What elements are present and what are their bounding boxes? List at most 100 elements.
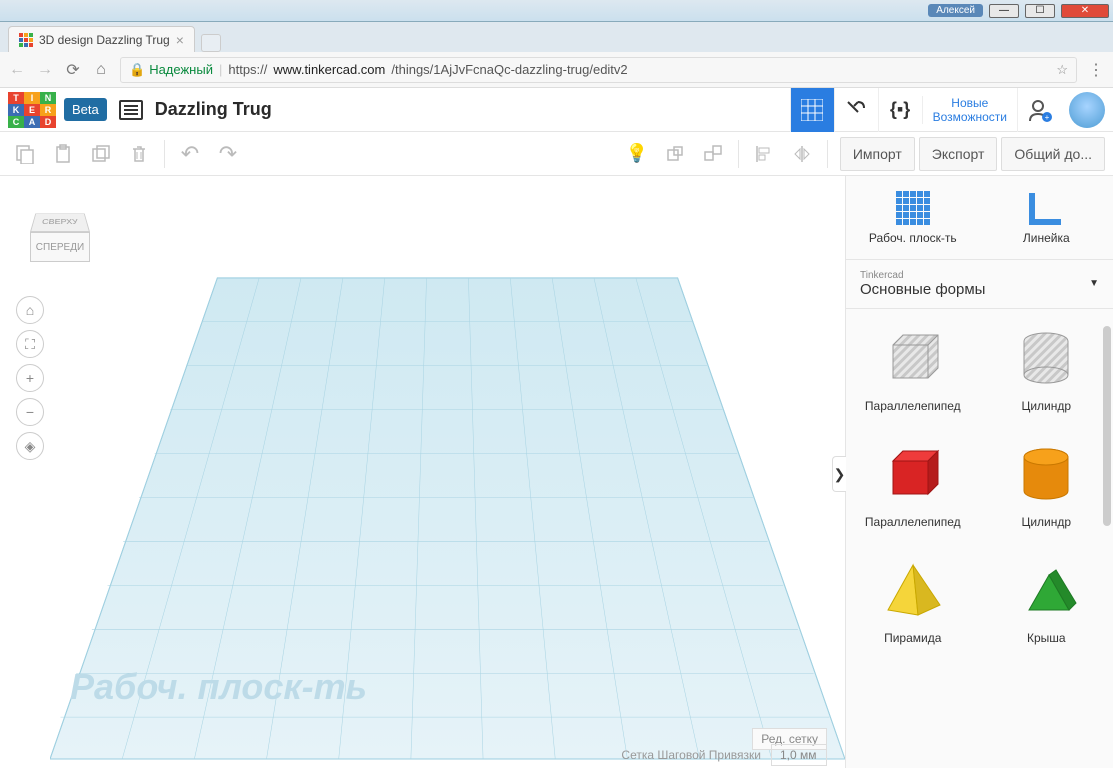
grid-icon (801, 99, 823, 121)
workplane-watermark: Рабоч. плоск-ть (70, 666, 367, 708)
chevron-down-icon: ▼ (1089, 278, 1099, 289)
pyramid-icon (878, 555, 948, 625)
paste-button[interactable] (46, 137, 80, 171)
share-button[interactable]: Общий до... (1001, 137, 1105, 171)
category-title: Основные формы (860, 281, 1099, 298)
window-maximize-button[interactable]: ☐ (1025, 4, 1055, 18)
shapes-list: Параллелепипед Цилиндр Параллелепипед Ци… (846, 309, 1113, 768)
snap-footer: Сетка Шаговой Привязки 1,0 мм (621, 744, 827, 766)
home-button[interactable]: ⌂ (92, 61, 110, 79)
window-close-button[interactable]: ✕ (1061, 4, 1109, 18)
delete-button[interactable] (122, 137, 156, 171)
duplicate-icon (91, 144, 111, 164)
url-path: /things/1AjJvFcnaQc-dazzling-trug/editv2 (391, 62, 627, 77)
workplane-tool[interactable]: Рабоч. плоск-ть (846, 176, 980, 259)
ungroup-button[interactable] (696, 137, 730, 171)
user-avatar[interactable] (1069, 92, 1105, 128)
back-button[interactable]: ← (8, 61, 26, 79)
workplane-grid-icon (896, 191, 930, 225)
mirror-icon (792, 144, 812, 164)
ruler-icon (1029, 191, 1063, 225)
code-mode-button[interactable]: {▪} (878, 88, 922, 132)
shape-box-red[interactable]: Параллелепипед (858, 439, 968, 529)
new-features-link[interactable]: Новые Возможности (922, 96, 1017, 124)
align-icon (754, 144, 774, 164)
fit-view-button[interactable]: ⛶ (16, 330, 44, 358)
secure-label: Надежный (149, 62, 213, 77)
fit-icon: ⛶ (25, 336, 35, 353)
redo-icon: ↷ (219, 141, 237, 167)
new-features-line2: Возможности (933, 110, 1007, 124)
panel-collapse-handle[interactable]: ❯ (832, 456, 846, 492)
zoom-in-button[interactable]: + (16, 364, 44, 392)
toggle-visibility-button[interactable]: 💡 (620, 137, 654, 171)
redo-button[interactable]: ↷ (211, 137, 245, 171)
ruler-tool[interactable]: Линейка (980, 176, 1113, 259)
mirror-button[interactable] (785, 137, 819, 171)
roof-icon (1011, 555, 1081, 625)
url-field[interactable]: 🔒 Надежный | https://www.tinkercad.com/t… (120, 57, 1077, 83)
document-title[interactable]: Dazzling Trug (155, 99, 790, 120)
ruler-tool-label: Линейка (1023, 231, 1070, 245)
tinkercad-logo[interactable]: TINKERCAD (8, 92, 56, 128)
reload-button[interactable]: ⟳ (64, 60, 82, 80)
window-minimize-button[interactable]: — (989, 4, 1019, 18)
group-button[interactable] (658, 137, 692, 171)
duplicate-button[interactable] (84, 137, 118, 171)
shape-cylinder-orange[interactable]: Цилиндр (991, 439, 1101, 529)
undo-icon: ↶ (181, 141, 199, 167)
bookmark-star-icon[interactable]: ☆ (1056, 62, 1068, 78)
forward-button[interactable]: → (36, 61, 54, 79)
view-controls: ⌂ ⛶ + − ◈ (16, 296, 44, 460)
shape-label: Цилиндр (1021, 399, 1071, 413)
ortho-toggle-button[interactable]: ◈ (16, 432, 44, 460)
shape-label: Параллелепипед (865, 515, 961, 529)
shape-panel: ❯ Рабоч. плоск-ть Линейка Tinkercad Осно… (845, 176, 1113, 768)
browser-menu-icon[interactable]: ⋮ (1087, 60, 1105, 80)
box-striped-icon (878, 323, 948, 393)
shape-box-striped[interactable]: Параллелепипед (858, 323, 968, 413)
favicon-icon (19, 33, 33, 47)
tab-title: 3D design Dazzling Trug (39, 33, 170, 47)
shape-label: Цилиндр (1021, 515, 1071, 529)
trash-icon (129, 144, 149, 164)
windows-user-badge: Алексей (928, 4, 983, 17)
secure-indicator: 🔒 Надежный (129, 62, 213, 78)
minus-icon: − (26, 404, 34, 420)
bricks-mode-button[interactable] (790, 88, 834, 132)
category-group: Tinkercad (860, 270, 1099, 281)
shape-roof-green[interactable]: Крыша (991, 555, 1101, 645)
snap-value-field[interactable]: 1,0 мм (771, 744, 827, 766)
add-user-button[interactable]: + (1017, 88, 1061, 132)
plus-icon: + (26, 370, 34, 386)
home-view-button[interactable]: ⌂ (16, 296, 44, 324)
copy-icon (15, 144, 35, 164)
lock-icon: 🔒 (129, 62, 145, 78)
viewcube-top-face[interactable]: СВЕРХУ (30, 213, 90, 232)
panel-scrollbar[interactable] (1103, 326, 1111, 526)
browser-tab[interactable]: 3D design Dazzling Trug × (8, 26, 195, 52)
code-braces-icon: {▪} (890, 99, 910, 120)
align-button[interactable] (747, 137, 781, 171)
shape-cylinder-striped[interactable]: Цилиндр (991, 323, 1101, 413)
panel-top-tools: Рабоч. плоск-ть Линейка (846, 176, 1113, 260)
user-add-icon: + (1027, 97, 1053, 123)
paste-icon (53, 144, 73, 164)
zoom-out-button[interactable]: − (16, 398, 44, 426)
document-list-icon[interactable] (119, 100, 143, 120)
new-tab-button[interactable] (201, 34, 221, 52)
shape-label: Крыша (1027, 631, 1066, 645)
undo-button[interactable]: ↶ (173, 137, 207, 171)
copy-button[interactable] (8, 137, 42, 171)
beta-badge: Beta (64, 98, 107, 121)
browser-address-bar: ← → ⟳ ⌂ 🔒 Надежный | https://www.tinkerc… (0, 52, 1113, 88)
tab-close-icon[interactable]: × (176, 32, 184, 48)
import-button[interactable]: Импорт (840, 137, 915, 171)
cylinder-striped-icon (1011, 323, 1081, 393)
export-button[interactable]: Экспорт (919, 137, 998, 171)
browser-tab-strip: 3D design Dazzling Trug × (0, 22, 1113, 52)
shape-category-selector[interactable]: Tinkercad Основные формы ▼ (846, 260, 1113, 309)
canvas-workspace[interactable]: СВЕРХУ СПЕРЕДИ ⌂ ⛶ + − ◈ Рабоч. плоск-ть (0, 176, 845, 768)
blocks-mode-button[interactable] (834, 88, 878, 132)
shape-pyramid-yellow[interactable]: Пирамида (858, 555, 968, 645)
